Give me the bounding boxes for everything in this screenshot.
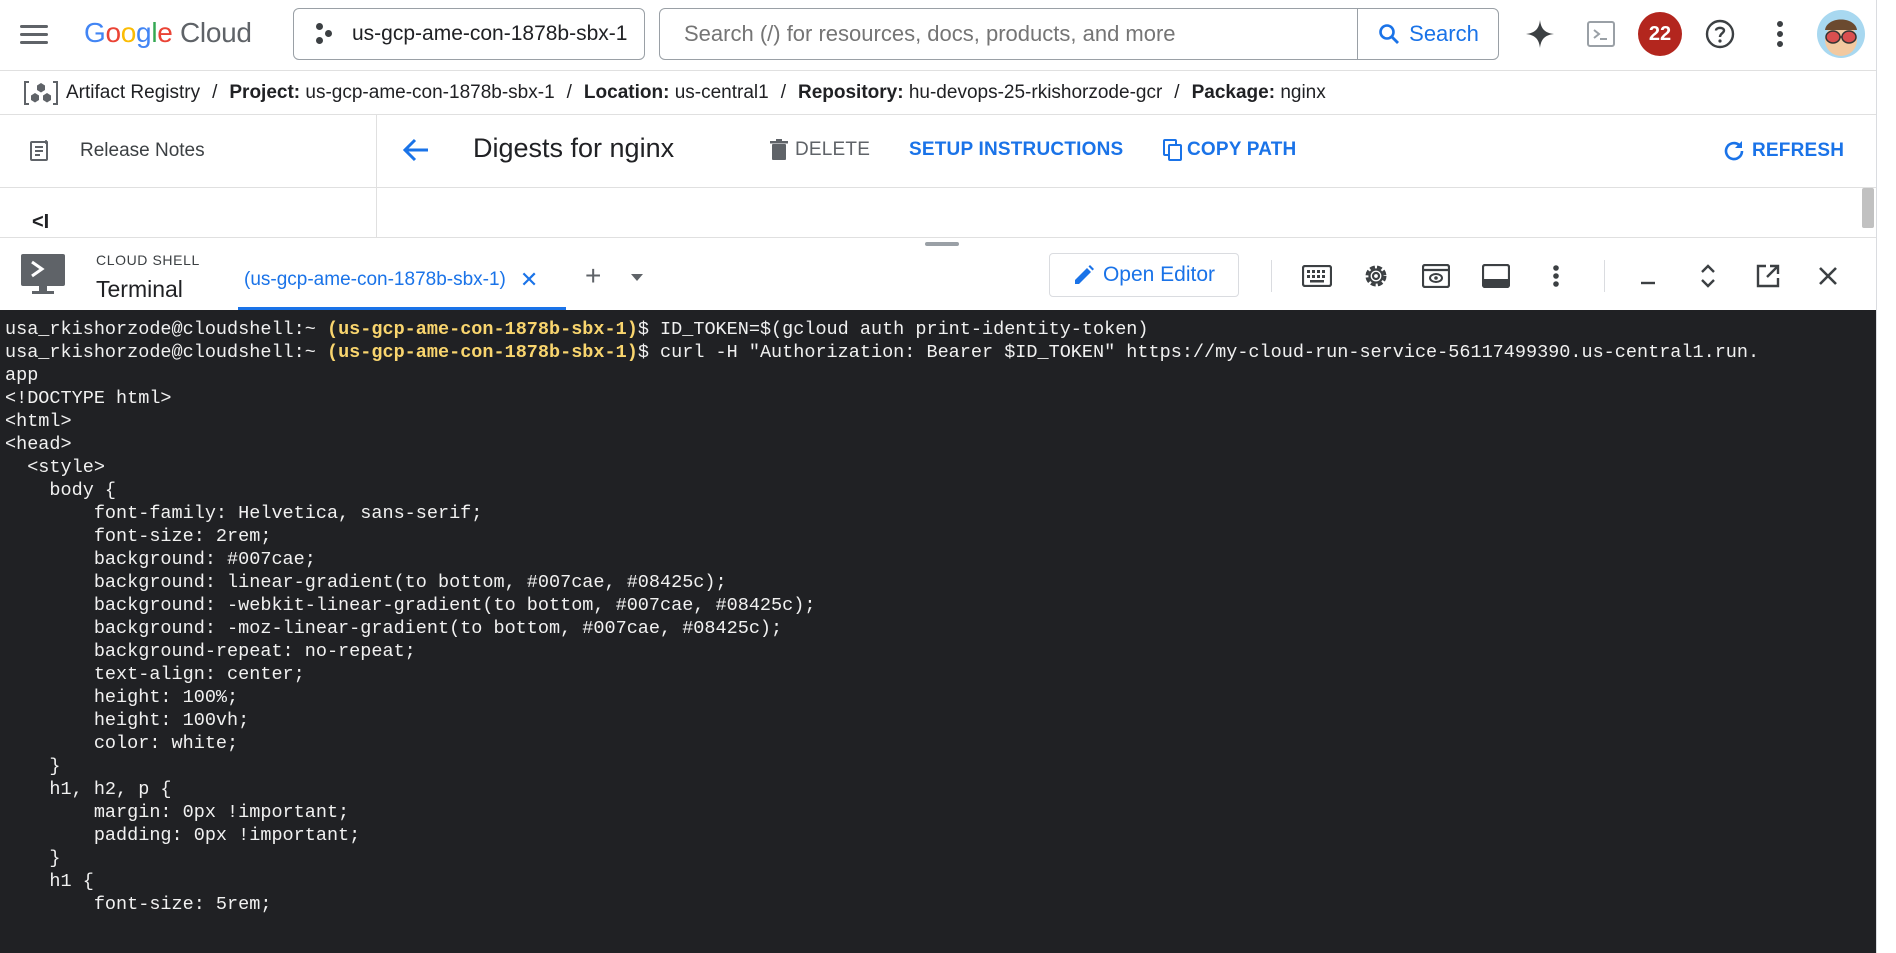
- close-icon[interactable]: [1808, 256, 1848, 296]
- cloud-shell-icon[interactable]: [1579, 14, 1623, 54]
- search-bar: Search: [659, 8, 1499, 60]
- restore-icon[interactable]: [1688, 256, 1728, 296]
- command-line: $ curl -H "Authorization: Bearer $ID_TOK…: [637, 342, 1760, 363]
- release-notes-label: Release Notes: [80, 140, 205, 161]
- logo-google: Google: [84, 17, 173, 48]
- page-title: Digests for nginx: [473, 133, 675, 163]
- cloud-shell-label: CLOUD SHELL: [96, 252, 200, 268]
- terminal-label: Terminal: [96, 276, 183, 302]
- settings-icon[interactable]: [1356, 256, 1396, 296]
- open-editor-button[interactable]: Open Editor: [1049, 253, 1239, 297]
- google-cloud-logo[interactable]: Google Cloud: [84, 14, 252, 52]
- breadcrumb-separator: /: [566, 82, 572, 103]
- menu-icon[interactable]: [18, 20, 50, 48]
- copy-path-button[interactable]: COPY PATH: [1163, 139, 1296, 161]
- project-dots-icon: [316, 23, 338, 45]
- project-picker[interactable]: us-gcp-ame-con-1878b-sbx-1: [293, 8, 645, 60]
- shell-more-vert-icon[interactable]: [1536, 256, 1576, 296]
- search-button-label: Search: [1409, 21, 1479, 46]
- pencil-icon: [1074, 265, 1094, 284]
- terminal-icon: [21, 254, 65, 294]
- setup-instructions-button[interactable]: SETUP INSTRUCTIONS: [909, 139, 1123, 161]
- refresh-icon: [1724, 141, 1744, 161]
- chevron-down-icon[interactable]: [631, 274, 643, 281]
- collapse-nav-button[interactable]: <I: [32, 211, 49, 234]
- breadcrumb-location[interactable]: Location: us-central1: [584, 82, 769, 104]
- avatar[interactable]: [1817, 10, 1865, 58]
- breadcrumb-package: Package: nginx: [1191, 82, 1326, 103]
- prompt-project: (us-gcp-ame-con-1878b-sbx-1): [326, 342, 638, 363]
- breadcrumb-separator: /: [1174, 82, 1180, 103]
- more-vert-icon[interactable]: [1758, 14, 1802, 54]
- breadcrumb-artifact-registry[interactable]: Artifact Registry: [66, 82, 200, 104]
- close-tab-icon[interactable]: ✕: [520, 267, 538, 293]
- delete-icon: [770, 139, 788, 160]
- breadcrumb: Artifact Registry / Project: us-gcp-ame-…: [0, 72, 1880, 115]
- top-bar: Google Cloud us-gcp-ame-con-1878b-sbx-1 …: [0, 0, 1880, 71]
- logo-cloud: Cloud: [180, 17, 252, 48]
- command-output: app <!DOCTYPE html> <html> <head> <style…: [5, 365, 816, 915]
- help-icon[interactable]: [1698, 14, 1742, 54]
- search-icon: [1379, 24, 1400, 44]
- terminal-tab-label: (us-gcp-ame-con-1878b-sbx-1): [244, 268, 506, 290]
- divider: [1604, 260, 1605, 292]
- open-new-window-icon[interactable]: [1748, 256, 1788, 296]
- left-nav: Release Notes <I: [0, 115, 377, 237]
- divider: [1271, 260, 1272, 292]
- web-preview-icon[interactable]: [1416, 256, 1456, 296]
- layout-icon[interactable]: [1476, 256, 1516, 296]
- add-tab-button[interactable]: +: [585, 262, 601, 290]
- terminal-tab[interactable]: (us-gcp-ame-con-1878b-sbx-1) ✕: [238, 252, 566, 310]
- command-line: $ ID_TOKEN=$(gcloud auth print-identity-…: [637, 319, 1149, 340]
- breadcrumb-repository[interactable]: Repository: hu-devops-25-rkishorzode-gcr: [798, 82, 1162, 104]
- release-notes-icon: [30, 140, 48, 161]
- minimize-icon[interactable]: [1628, 256, 1668, 296]
- delete-button[interactable]: DELETE: [769, 139, 870, 161]
- copy-icon: [1163, 139, 1182, 161]
- breadcrumb-separator: /: [780, 82, 786, 103]
- resize-handle[interactable]: [925, 242, 959, 246]
- release-notes-link[interactable]: Release Notes: [0, 115, 376, 188]
- prompt-user: usa_rkishorzode@cloudshell:~: [5, 342, 316, 363]
- window-scrollbar[interactable]: [1876, 0, 1896, 953]
- breadcrumb-separator: /: [212, 82, 218, 103]
- gemini-icon[interactable]: [1518, 14, 1562, 54]
- artifact-registry-icon: [24, 81, 58, 105]
- page-scrollbar[interactable]: [1862, 188, 1874, 228]
- search-input[interactable]: [682, 20, 1246, 48]
- notifications-badge[interactable]: 22: [1638, 12, 1682, 56]
- refresh-button[interactable]: REFRESH: [1722, 139, 1844, 163]
- keyboard-icon[interactable]: [1297, 256, 1337, 296]
- page-header: Digests for nginx DELETE SETUP INSTRUCTI…: [377, 115, 1880, 188]
- prompt-project: (us-gcp-ame-con-1878b-sbx-1): [326, 319, 638, 340]
- back-arrow-icon[interactable]: [401, 135, 431, 170]
- terminal-output[interactable]: usa_rkishorzode@cloudshell:~ (us-gcp-ame…: [0, 310, 1876, 953]
- project-name: us-gcp-ame-con-1878b-sbx-1: [352, 22, 628, 45]
- prompt-user: usa_rkishorzode@cloudshell:~: [5, 319, 316, 340]
- breadcrumb-project[interactable]: Project: us-gcp-ame-con-1878b-sbx-1: [229, 82, 554, 104]
- cloud-shell-header: CLOUD SHELL Terminal (us-gcp-ame-con-187…: [0, 237, 1880, 310]
- search-button[interactable]: Search: [1357, 9, 1498, 59]
